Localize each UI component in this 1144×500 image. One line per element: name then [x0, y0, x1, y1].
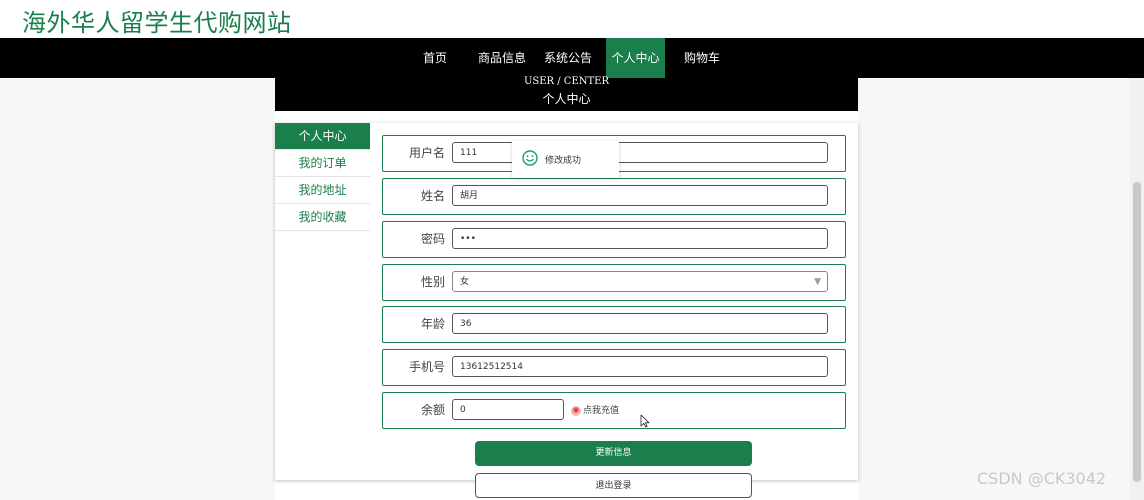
- logout-button[interactable]: 退出登录: [475, 473, 752, 498]
- side-menu: 个人中心 我的订单 我的地址 我的收藏: [275, 123, 370, 231]
- update-info-button[interactable]: 更新信息: [475, 441, 752, 466]
- age-input[interactable]: 36: [452, 313, 828, 334]
- phone-label: 手机号: [408, 360, 445, 374]
- nav-item-announcements[interactable]: 系统公告: [541, 38, 595, 78]
- phone-input[interactable]: 13612512514: [452, 356, 828, 377]
- form-row-balance: 余额 0 ✱ 点我充值: [382, 392, 846, 429]
- form-row-age: 年龄 36: [382, 306, 846, 343]
- recharge-link[interactable]: ✱ 点我充值: [571, 403, 619, 416]
- password-input[interactable]: •••: [452, 228, 828, 249]
- gender-selected-value: 女: [460, 277, 470, 287]
- site-header: 海外华人留学生代购网站: [0, 0, 1144, 38]
- main-navbar: 首页 商品信息 系统公告 个人中心 购物车: [0, 38, 1144, 78]
- nav-item-products[interactable]: 商品信息: [475, 38, 529, 78]
- form-row-name: 姓名 胡月: [382, 178, 846, 215]
- toast-message: 修改成功: [545, 156, 582, 166]
- banner-title-cn: 个人中心: [542, 92, 591, 106]
- scrollbar-thumb[interactable]: [1133, 182, 1141, 482]
- balance-input[interactable]: 0: [452, 399, 564, 420]
- form-row-gender: 性别 女 ▼: [382, 264, 846, 301]
- form-row-password: 密码 •••: [382, 221, 846, 258]
- username-input[interactable]: 111: [452, 142, 828, 163]
- watermark: CSDN @CK3042: [977, 469, 1107, 488]
- name-label: 姓名: [420, 189, 445, 203]
- smile-icon: [522, 150, 538, 166]
- chevron-down-icon: ▼: [814, 277, 821, 287]
- section-banner: USER / CENTER 个人中心: [275, 76, 858, 111]
- recharge-label: 点我充值: [583, 406, 620, 416]
- gender-select[interactable]: 女 ▼: [452, 271, 828, 292]
- side-item-addresses[interactable]: 我的地址: [275, 177, 370, 204]
- gender-label: 性别: [420, 275, 445, 289]
- side-item-favorites[interactable]: 我的收藏: [275, 204, 370, 231]
- username-label: 用户名: [408, 146, 445, 160]
- recharge-icon: ✱: [571, 405, 581, 416]
- nav-item-cart[interactable]: 购物车: [680, 38, 724, 78]
- site-title: 海外华人留学生代购网站: [22, 9, 292, 37]
- side-item-user-center[interactable]: 个人中心: [275, 123, 370, 150]
- mouse-cursor-icon: [640, 414, 650, 428]
- nav-item-user-center[interactable]: 个人中心: [606, 38, 665, 78]
- page-background-left: [0, 78, 275, 500]
- age-label: 年龄: [420, 317, 445, 331]
- page-background-right: [858, 78, 1130, 500]
- password-label: 密码: [420, 232, 445, 246]
- side-item-orders[interactable]: 我的订单: [275, 150, 370, 177]
- nav-item-home[interactable]: 首页: [413, 38, 457, 78]
- balance-label: 余额: [420, 403, 445, 417]
- name-input[interactable]: 胡月: [452, 185, 828, 206]
- banner-title-en: USER / CENTER: [523, 76, 610, 87]
- success-toast: 修改成功: [512, 141, 619, 178]
- form-row-phone: 手机号 13612512514: [382, 349, 846, 386]
